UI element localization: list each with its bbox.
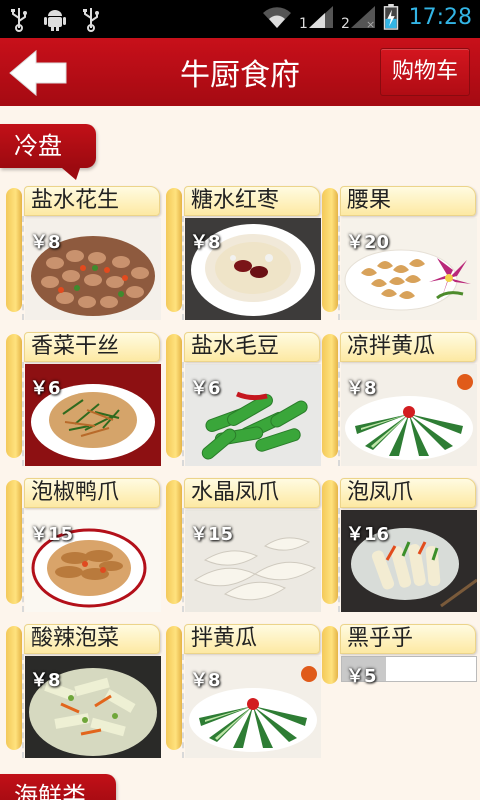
card-tab <box>166 480 182 604</box>
menu-item-name: 盐水毛豆 <box>184 332 320 362</box>
menu-item-card[interactable]: 水晶凤爪 ￥15 <box>166 478 322 614</box>
menu-item-name: 腰果 <box>340 186 476 216</box>
menu-item-price: ￥8 <box>30 670 61 691</box>
usb-icon <box>83 8 99 32</box>
menu-item-name: 拌黄瓜 <box>184 624 320 654</box>
usb-icon <box>11 8 27 32</box>
menu-item-card[interactable]: 香菜干丝 ￥6 <box>6 332 162 468</box>
menu-item-price: ￥8 <box>346 378 377 399</box>
menu-item-card[interactable]: 泡凤爪 ￥16 <box>322 478 478 614</box>
menu-item-name: 糖水红枣 <box>184 186 320 216</box>
menu-item-name: 盐水花生 <box>24 186 160 216</box>
shopping-cart-button[interactable]: 购物车 <box>380 48 470 96</box>
card-tab <box>322 626 338 684</box>
card-tab <box>6 188 22 312</box>
svg-text:2: 2 <box>341 16 350 30</box>
menu-item-price: ￥8 <box>190 670 221 691</box>
battery-charging-icon <box>383 4 398 30</box>
section-tag-cold-dishes[interactable]: 冷盘 <box>0 124 96 180</box>
android-debug-icon <box>44 10 66 31</box>
menu-item-card[interactable]: 糖水红枣 ￥8 <box>166 186 322 322</box>
menu-item-name: 香菜干丝 <box>24 332 160 362</box>
signal-1-icon: 1 <box>299 6 333 30</box>
menu-item-price: ￥5 <box>346 666 377 687</box>
menu-item-card[interactable]: 盐水毛豆 ￥6 <box>166 332 322 468</box>
menu-item-name: 酸辣泡菜 <box>24 624 160 654</box>
menu-item-card[interactable]: 腰果 ￥20 <box>322 186 478 322</box>
menu-item-name: 凉拌黄瓜 <box>340 332 476 362</box>
signal-2-icon: 2 × <box>341 6 375 30</box>
status-bar: 1 2 × 17:28 <box>0 0 480 38</box>
card-tab <box>322 334 338 458</box>
menu-item-card[interactable]: 泡椒鸭爪 ￥15 <box>6 478 162 614</box>
card-tab <box>166 334 182 458</box>
menu-item-name: 泡凤爪 <box>340 478 476 508</box>
menu-item-price: ￥15 <box>190 524 234 545</box>
card-tab <box>322 188 338 312</box>
menu-item-price: ￥20 <box>346 232 390 253</box>
menu-item-price: ￥6 <box>190 378 221 399</box>
status-time: 17:28 <box>408 4 472 30</box>
menu-item-card[interactable]: 黑乎乎 ￥5 <box>322 624 478 760</box>
card-tab <box>166 188 182 312</box>
card-tab <box>6 480 22 604</box>
menu-item-card[interactable]: 盐水花生 ￥8 <box>6 186 162 322</box>
menu-item-price: ￥8 <box>190 232 221 253</box>
card-tab <box>166 626 182 750</box>
menu-item-name: 黑乎乎 <box>340 624 476 654</box>
card-tab <box>322 480 338 604</box>
menu-item-price: ￥8 <box>30 232 61 253</box>
card-tab <box>6 626 22 750</box>
card-tab <box>6 334 22 458</box>
menu-item-name: 水晶凤爪 <box>184 478 320 508</box>
menu-item-card[interactable]: 酸辣泡菜 ￥8 <box>6 624 162 760</box>
svg-text:×: × <box>366 18 375 30</box>
menu-item-name: 泡椒鸭爪 <box>24 478 160 508</box>
section-tag-seafood[interactable]: 海鲜类 <box>0 774 116 800</box>
menu-item-card[interactable]: 拌黄瓜 ￥8 <box>166 624 322 760</box>
wifi-icon <box>262 7 291 29</box>
menu-item-price: ￥16 <box>346 524 390 545</box>
app-header: 牛厨食府 购物车 <box>0 38 480 106</box>
menu-item-card[interactable]: 凉拌黄瓜 ￥8 <box>322 332 478 468</box>
svg-text:1: 1 <box>299 16 308 30</box>
menu-item-price: ￥6 <box>30 378 61 399</box>
menu-item-price: ￥15 <box>30 524 74 545</box>
